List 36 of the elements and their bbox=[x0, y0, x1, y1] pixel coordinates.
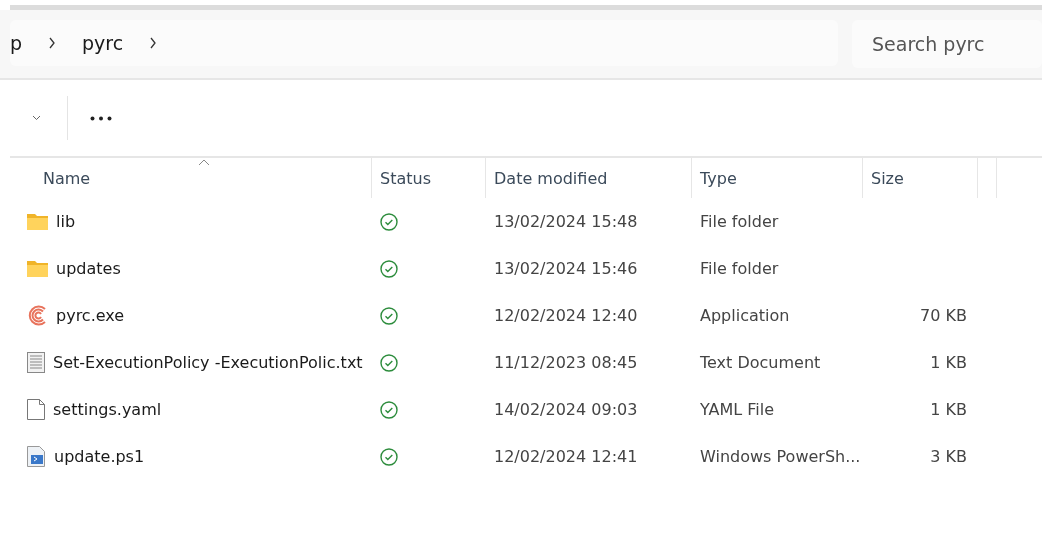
column-header[interactable]: Type bbox=[700, 168, 737, 188]
type-cell: Text Document bbox=[700, 353, 821, 372]
chevron-icon bbox=[149, 37, 158, 49]
sort-caret-icon[interactable] bbox=[197, 159, 210, 166]
type-cell: File folder bbox=[700, 212, 779, 231]
date-cell: 13/02/2024 15:48 bbox=[494, 212, 638, 231]
type-cell: File folder bbox=[700, 259, 779, 278]
type-cell: YAML File bbox=[700, 400, 775, 419]
date-cell: 13/02/2024 15:46 bbox=[494, 259, 638, 278]
more-icon[interactable] bbox=[90, 115, 112, 121]
date-cell: 11/12/2023 08:45 bbox=[494, 353, 638, 372]
type-cell: Application bbox=[700, 306, 790, 325]
file-name[interactable]: Set-ExecutionPolicy -ExecutionPolic.txt bbox=[53, 353, 363, 372]
file-name[interactable]: update.ps1 bbox=[54, 447, 145, 466]
breadcrumb[interactable]: pyrc bbox=[82, 32, 124, 54]
chevron-icon bbox=[48, 37, 57, 49]
column-header[interactable]: Size bbox=[871, 168, 904, 188]
caret-icon[interactable] bbox=[32, 115, 41, 121]
file-name[interactable]: updates bbox=[56, 259, 121, 278]
search-field[interactable]: Search pyrc bbox=[852, 20, 1042, 68]
size-cell: 1 KB bbox=[930, 400, 967, 419]
column-header[interactable]: Status bbox=[380, 168, 431, 188]
size-cell: 1 KB bbox=[930, 353, 967, 372]
file-name[interactable]: lib bbox=[56, 212, 76, 231]
size-cell: 3 KB bbox=[930, 447, 967, 466]
breadcrumb[interactable]: p bbox=[10, 32, 23, 54]
date-cell: 14/02/2024 09:03 bbox=[494, 400, 638, 419]
column-header[interactable]: Name bbox=[43, 168, 91, 188]
date-cell: 12/02/2024 12:40 bbox=[494, 306, 638, 325]
file-name[interactable]: settings.yaml bbox=[53, 400, 162, 419]
date-cell: 12/02/2024 12:41 bbox=[494, 447, 638, 466]
column-header[interactable]: Date modified bbox=[494, 168, 608, 188]
address-bar[interactable]: p pyrc bbox=[10, 20, 838, 66]
file-name[interactable]: pyrc.exe bbox=[56, 306, 125, 325]
size-cell: 70 KB bbox=[920, 306, 967, 325]
type-cell: Windows PowerSh... bbox=[700, 447, 861, 466]
